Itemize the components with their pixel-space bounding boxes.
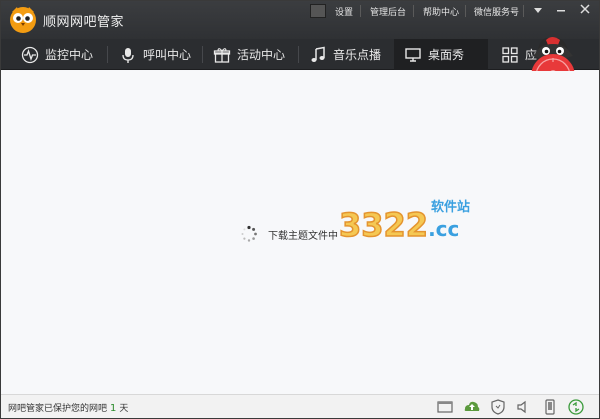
- skin-button[interactable]: [310, 4, 326, 18]
- owl-logo-icon: [10, 7, 36, 33]
- tab-activity-center[interactable]: 活动中心: [213, 39, 285, 70]
- status-prefix: 网吧管家已保护您的网吧: [8, 404, 108, 414]
- loading-indicator: 下载主题文件中: [240, 225, 338, 243]
- microphone-icon: [119, 46, 137, 64]
- triangle-down-icon[interactable]: [528, 3, 548, 19]
- music-note-icon: [309, 46, 327, 64]
- separator: [465, 5, 466, 17]
- grid-icon: [501, 46, 519, 64]
- protection-days: 1: [110, 403, 117, 414]
- nav-divider: [298, 46, 299, 63]
- shield-icon[interactable]: [490, 399, 506, 415]
- gift-icon: [213, 46, 231, 64]
- tab-label: 呼叫中心: [143, 48, 192, 62]
- main-nav: 监控中心 呼叫中心 活动中心 音乐点播 桌面秀 应: [1, 39, 599, 70]
- wechat-link[interactable]: 微信服务号: [474, 5, 519, 18]
- help-link[interactable]: 帮助中心: [423, 5, 459, 18]
- admin-link[interactable]: 管理后台: [370, 5, 406, 18]
- status-suffix: 天: [119, 404, 129, 414]
- title-bar[interactable]: 顺网网吧管家 设置 管理后台 帮助中心 微信服务号: [1, 1, 599, 39]
- site-watermark: 软件站 3322.cc: [335, 192, 485, 248]
- refresh-icon[interactable]: [568, 399, 584, 415]
- app-window: 顺网网吧管家 设置 管理后台 帮助中心 微信服务号 监控中心 呼叫中心 活动中心…: [0, 0, 600, 419]
- protection-status: 网吧管家已保护您的网吧 1 天: [8, 401, 128, 414]
- close-icon[interactable]: [575, 3, 595, 19]
- tab-label: 监控中心: [45, 48, 94, 62]
- separator: [523, 5, 524, 17]
- tab-desktop-show[interactable]: 桌面秀: [394, 39, 488, 70]
- tab-label: 桌面秀: [428, 48, 465, 62]
- watermark-domain: .cc: [428, 217, 460, 241]
- watermark-number: 3322: [338, 205, 429, 245]
- separator: [360, 5, 361, 17]
- tab-monitor-center[interactable]: 监控中心: [21, 39, 93, 70]
- settings-link[interactable]: 设置: [335, 5, 353, 18]
- nav-divider: [107, 46, 108, 63]
- screen-icon[interactable]: [437, 399, 453, 415]
- tab-call-center[interactable]: 呼叫中心: [119, 39, 191, 70]
- tab-music-on-demand[interactable]: 音乐点播: [309, 39, 381, 70]
- status-bar: 网吧管家已保护您的网吧 1 天: [1, 394, 599, 418]
- separator: [413, 5, 414, 17]
- upload-icon[interactable]: [464, 399, 480, 415]
- pulse-icon: [21, 46, 39, 64]
- nav-divider: [202, 46, 203, 63]
- tab-label: 活动中心: [237, 48, 286, 62]
- spinner-icon: [241, 225, 257, 242]
- app-title: 顺网网吧管家: [43, 15, 125, 30]
- tab-label: 音乐点播: [333, 48, 382, 62]
- main-content: 下载主题文件中 软件站 3322.cc: [1, 71, 599, 394]
- minimize-icon[interactable]: [551, 3, 571, 19]
- monitor-icon: [404, 46, 422, 64]
- phone-icon[interactable]: [542, 399, 558, 415]
- loading-text: 下载主题文件中: [268, 230, 338, 242]
- speaker-icon[interactable]: [516, 399, 532, 415]
- watermark-logo: 3322.cc: [338, 205, 460, 245]
